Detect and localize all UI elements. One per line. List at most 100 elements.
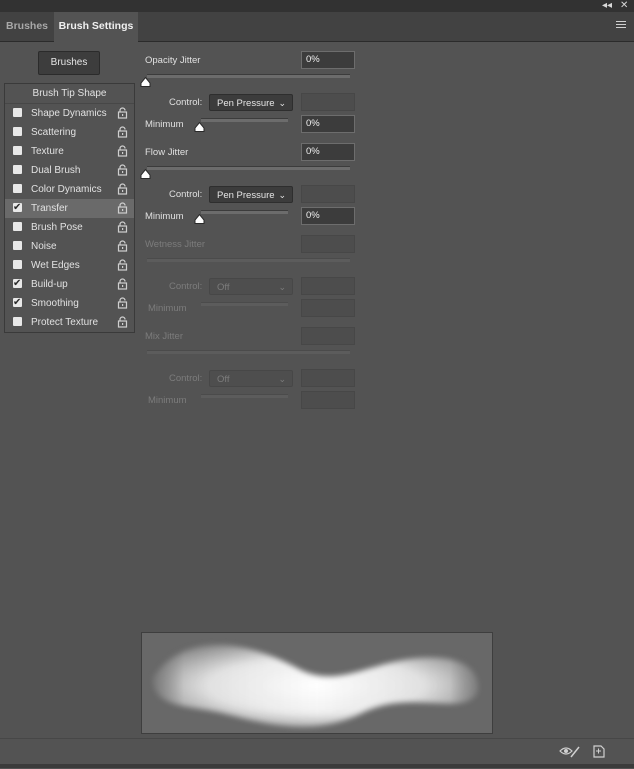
- double-chevron-icon[interactable]: ◂◂: [602, 0, 612, 12]
- opacity-control-extra-input: [301, 93, 355, 111]
- sidebar-item-label: Transfer: [31, 203, 68, 214]
- sidebar-item-wet-edges[interactable]: Wet Edges: [5, 256, 134, 275]
- flow-control-value: Pen Pressure: [217, 190, 275, 201]
- flow-jitter-label: Flow Jitter: [145, 147, 189, 158]
- sidebar-item-label: Shape Dynamics: [31, 108, 107, 119]
- lock-icon[interactable]: [117, 316, 128, 328]
- close-icon[interactable]: ✕: [620, 0, 628, 12]
- opacity-minimum-input[interactable]: 0%: [301, 115, 355, 133]
- tab-brush-settings[interactable]: Brush Settings: [54, 12, 138, 42]
- checkbox[interactable]: [13, 241, 22, 250]
- sidebar-item-scattering[interactable]: Scattering: [5, 123, 134, 142]
- sidebar-item-noise[interactable]: Noise: [5, 237, 134, 256]
- mix-jitter-label: Mix Jitter: [145, 331, 183, 342]
- slider-thumb[interactable]: [194, 122, 205, 132]
- sidebar-item-label: Brush Pose: [31, 222, 83, 233]
- flow-control-label: Control:: [169, 189, 203, 200]
- mix-control-value: Off: [217, 374, 230, 385]
- opacity-control-select[interactable]: Pen Pressure ⌄: [209, 94, 293, 111]
- sidebar-item-label: Color Dynamics: [31, 184, 102, 195]
- wetness-control-label: Control:: [169, 281, 203, 292]
- sidebar-item-brush-pose[interactable]: Brush Pose: [5, 218, 134, 237]
- brush-settings-sidebar: Brush Tip Shape Shape Dynamics Scatterin…: [4, 83, 135, 333]
- hamburger-menu-icon[interactable]: [616, 21, 626, 30]
- sidebar-item-label: Smoothing: [31, 298, 79, 309]
- sidebar-item-label: Texture: [31, 146, 64, 157]
- mix-control-select: Off ⌄: [209, 370, 293, 387]
- tab-bar: Brushes Brush Settings: [0, 12, 634, 42]
- wetness-control-extra-input: [301, 277, 355, 295]
- checkbox[interactable]: [13, 260, 22, 269]
- wetness-jitter-label: Wetness Jitter: [145, 239, 206, 250]
- mix-minimum-input: [301, 391, 355, 409]
- mix-minimum-label: Minimum: [148, 395, 187, 406]
- lock-icon[interactable]: [117, 278, 128, 290]
- sidebar-item-label: Wet Edges: [31, 260, 80, 271]
- sidebar-item-label: Protect Texture: [31, 317, 99, 328]
- slider-thumb[interactable]: [140, 169, 151, 179]
- lock-icon[interactable]: [117, 259, 128, 271]
- flow-jitter-input[interactable]: 0%: [301, 143, 355, 161]
- mix-jitter-slider: [147, 350, 350, 354]
- sidebar-item-shape-dynamics[interactable]: Shape Dynamics: [5, 104, 134, 123]
- sidebar-item-label: Dual Brush: [31, 165, 81, 176]
- mix-jitter-input: [301, 327, 355, 345]
- panel-top-strip: ◂◂ ✕: [0, 0, 634, 12]
- slider-thumb[interactable]: [140, 77, 151, 87]
- wetness-control-select: Off ⌄: [209, 278, 293, 295]
- lock-icon[interactable]: [117, 297, 128, 309]
- checkbox[interactable]: [13, 127, 22, 136]
- mix-minimum-slider: [201, 394, 288, 398]
- brush-stroke-preview: [141, 632, 493, 734]
- wetness-minimum-label: Minimum: [148, 303, 187, 314]
- lock-icon[interactable]: [117, 126, 128, 138]
- new-document-icon[interactable]: [593, 745, 605, 758]
- sidebar-item-protect-texture[interactable]: Protect Texture: [5, 313, 134, 332]
- slider-thumb[interactable]: [194, 214, 205, 224]
- checkbox[interactable]: [13, 222, 22, 231]
- flow-minimum-input[interactable]: 0%: [301, 207, 355, 225]
- sidebar-item-brush-tip-shape[interactable]: Brush Tip Shape: [5, 84, 134, 104]
- opacity-control-label: Control:: [169, 97, 203, 108]
- wetness-jitter-input: [301, 235, 355, 253]
- brushes-button[interactable]: Brushes: [38, 51, 100, 75]
- checkbox[interactable]: [13, 184, 22, 193]
- checkbox[interactable]: [13, 317, 22, 326]
- checkbox[interactable]: [13, 165, 22, 174]
- checkbox[interactable]: [13, 146, 22, 155]
- sidebar-item-build-up[interactable]: Build-up: [5, 274, 134, 294]
- flow-control-extra-input: [301, 185, 355, 203]
- flow-jitter-slider[interactable]: [147, 166, 350, 170]
- tab-brushes[interactable]: Brushes: [0, 12, 54, 41]
- eye-pen-icon[interactable]: [559, 745, 581, 759]
- opacity-control-value: Pen Pressure: [217, 98, 275, 109]
- opacity-minimum-slider[interactable]: [201, 118, 288, 122]
- brush-stroke-image: [152, 644, 479, 727]
- opacity-jitter-input[interactable]: 0%: [301, 51, 355, 69]
- flow-minimum-slider[interactable]: [201, 210, 288, 214]
- opacity-jitter-slider[interactable]: [147, 74, 350, 78]
- lock-icon[interactable]: [117, 183, 128, 195]
- checkbox-checked[interactable]: [13, 274, 22, 293]
- wetness-control-value: Off: [217, 282, 230, 293]
- chevron-down-icon: ⌄: [278, 98, 286, 108]
- sidebar-item-dual-brush[interactable]: Dual Brush: [5, 161, 134, 180]
- opacity-minimum-label: Minimum: [145, 119, 184, 130]
- mix-control-label: Control:: [169, 373, 203, 384]
- sidebar-item-transfer[interactable]: Transfer: [5, 198, 134, 218]
- checkbox[interactable]: [13, 108, 22, 117]
- lock-icon[interactable]: [117, 202, 128, 214]
- sidebar-item-texture[interactable]: Texture: [5, 142, 134, 161]
- lock-icon[interactable]: [117, 107, 128, 119]
- lock-icon[interactable]: [117, 145, 128, 157]
- sidebar-item-color-dynamics[interactable]: Color Dynamics: [5, 180, 134, 199]
- lock-icon[interactable]: [117, 164, 128, 176]
- lock-icon[interactable]: [117, 240, 128, 252]
- checkbox-checked[interactable]: [13, 293, 22, 312]
- opacity-jitter-label: Opacity Jitter: [145, 55, 201, 66]
- mix-control-extra-input: [301, 369, 355, 387]
- checkbox-checked[interactable]: [13, 198, 22, 217]
- flow-control-select[interactable]: Pen Pressure ⌄: [209, 186, 293, 203]
- lock-icon[interactable]: [117, 221, 128, 233]
- sidebar-item-smoothing[interactable]: Smoothing: [5, 293, 134, 313]
